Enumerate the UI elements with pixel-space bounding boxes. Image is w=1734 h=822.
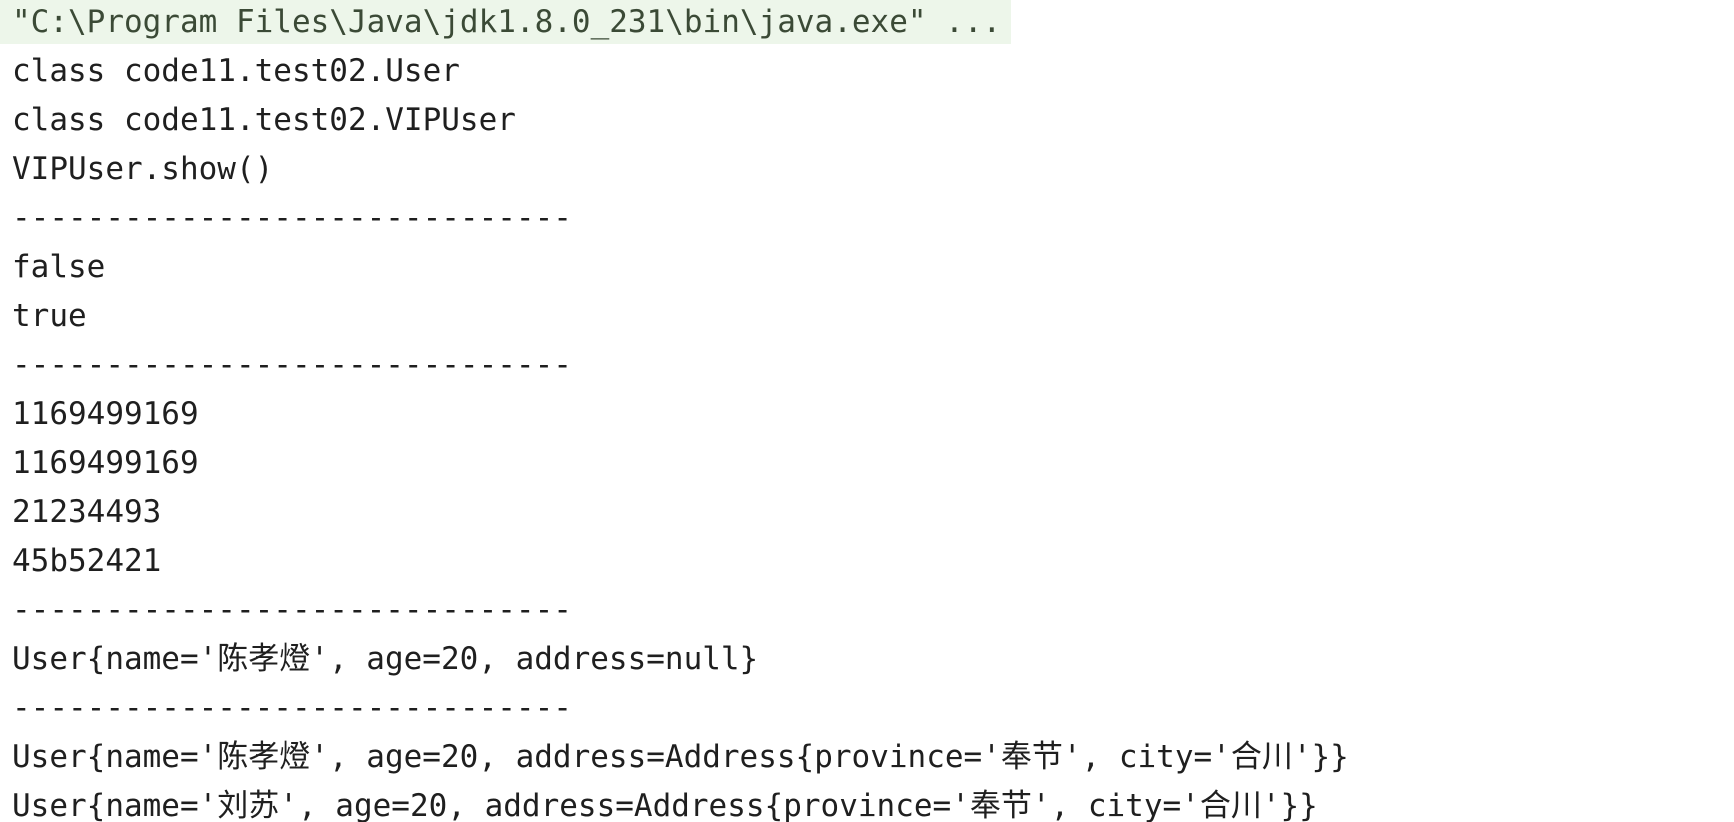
output-line: 1169499169 (12, 396, 199, 432)
output-line: false (12, 249, 106, 285)
separator-line: ------------------------------ (12, 347, 572, 383)
separator-line: ------------------------------ (12, 200, 572, 236)
output-line: 45b52421 (12, 543, 162, 579)
output-line: true (12, 298, 87, 334)
output-line: User{name='陈孝燈', age=20, address=null} (12, 641, 759, 677)
output-line: 21234493 (12, 494, 162, 530)
output-line: class code11.test02.VIPUser (12, 102, 516, 138)
output-line: 1169499169 (12, 445, 199, 481)
output-line: User{name='刘苏', age=20, address=Address{… (12, 788, 1318, 822)
output-line: User{name='陈孝燈', age=20, address=Address… (12, 739, 1349, 775)
separator-line: ------------------------------ (12, 690, 572, 726)
output-line: class code11.test02.User (12, 53, 460, 89)
separator-line: ------------------------------ (12, 592, 572, 628)
console-output: "C:\Program Files\Java\jdk1.8.0_231\bin\… (0, 0, 1734, 822)
output-line: VIPUser.show() (12, 151, 274, 187)
command-line[interactable]: "C:\Program Files\Java\jdk1.8.0_231\bin\… (0, 0, 1012, 44)
command-line-row: "C:\Program Files\Java\jdk1.8.0_231\bin\… (0, 0, 1734, 49)
